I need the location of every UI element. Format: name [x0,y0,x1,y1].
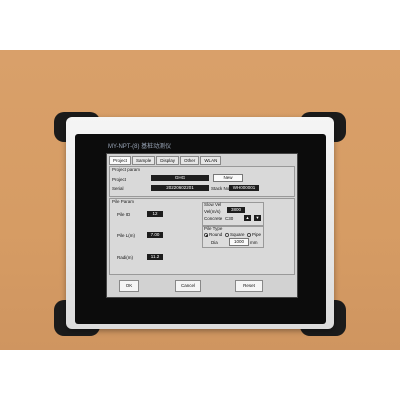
radius-field[interactable]: 11.2 [147,254,163,260]
app-title-bar: MY-NPT-(8) 基桩动测仪 [106,141,296,153]
project-param-title: Project param [112,167,141,172]
dia-label: Dia [211,240,218,245]
radio-square[interactable] [225,233,229,237]
ok-button[interactable]: OK [119,280,139,292]
tab-sample[interactable]: Sample [132,156,156,165]
pile-id-field[interactable]: 12 [147,211,163,217]
dia-unit: mm [250,240,258,245]
dia-field[interactable]: 1000 [229,238,249,246]
app-title: MY-NPT-(8) 基桩动测仪 [108,144,172,150]
tab-display[interactable]: Display [156,156,180,165]
pile-type-title: Pile Type [204,226,223,231]
stack-no-field[interactable]: WH000001 [229,185,259,191]
radius-label: Radi(m) [117,255,134,260]
serial-field[interactable]: 20220602201 [151,185,209,191]
new-project-button[interactable]: New [213,174,243,182]
tab-other[interactable]: Other [180,156,200,165]
project-field[interactable]: GHG [151,175,209,181]
radio-square-label: Square [230,232,245,237]
radio-round-label: Round [209,232,223,237]
pile-length-label: Pile L(m) [117,233,136,238]
pile-param-title: Pile Param [112,199,135,204]
concrete-value: C30 [225,216,234,221]
project-label: Project [112,177,127,182]
concrete-label: Concrete [204,216,223,221]
wave-velocity-title: Slow Vel [204,202,222,207]
cancel-button[interactable]: Cancel [175,280,201,292]
velocity-up-button[interactable]: ▲ [244,215,251,221]
velocity-label: Vel(m/s) [204,209,221,214]
tab-wlan[interactable]: WLAN [200,156,222,165]
tab-project[interactable]: Project [109,156,132,165]
velocity-field[interactable]: 3800 [227,207,245,213]
radio-pipe-label: Pipe [252,232,262,237]
radio-pipe[interactable] [247,233,251,237]
reset-button[interactable]: Reset [235,280,263,292]
pile-id-label: Pile ID [117,212,131,217]
radio-round[interactable] [204,233,208,237]
stack-no-label-visible: Stack No [211,186,230,191]
serial-label: Serial [112,186,124,191]
pile-length-field[interactable]: 7.00 [147,232,163,238]
touch-screen: Project Sample Display Other WLAN Projec… [106,153,298,298]
tab-bar: Project Sample Display Other WLAN [109,156,222,165]
velocity-down-button[interactable]: ▼ [254,215,261,221]
